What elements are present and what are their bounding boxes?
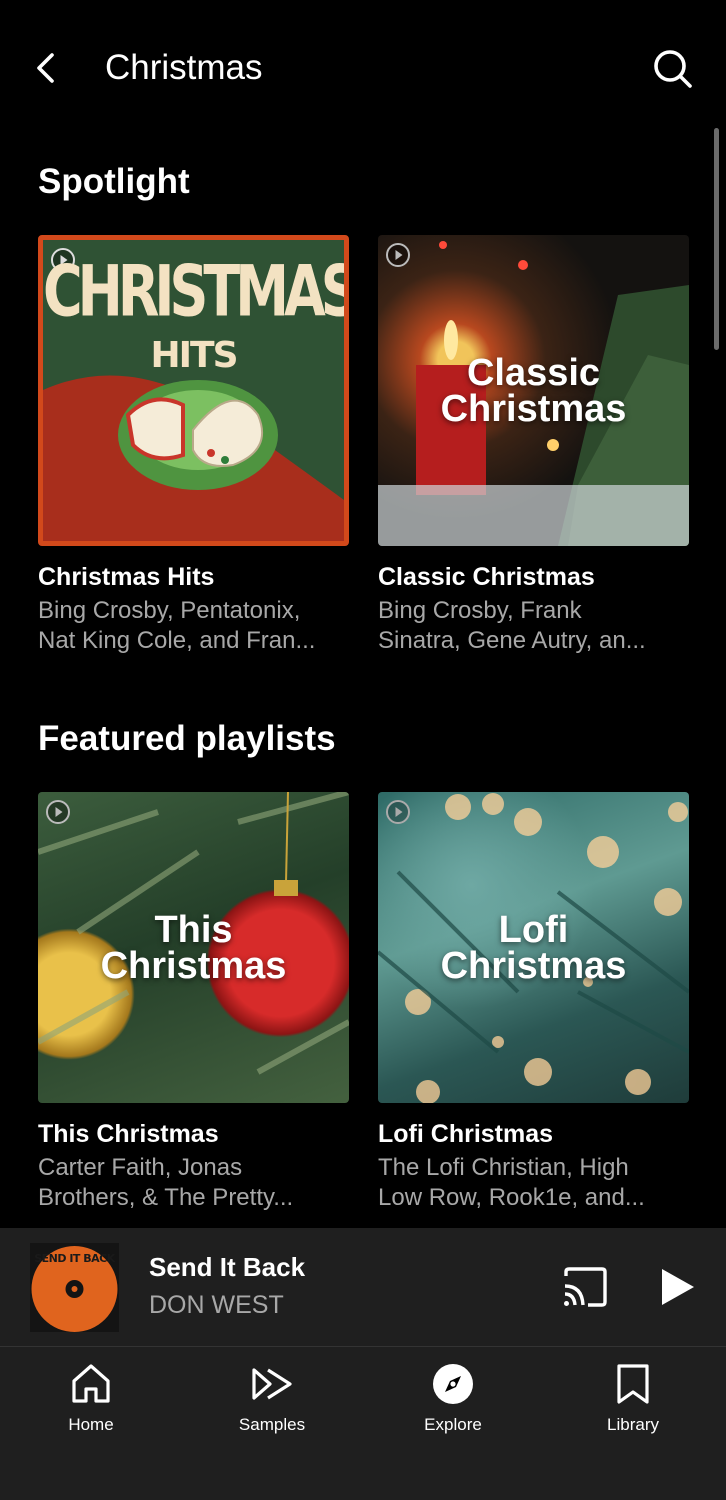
section-title-featured-playlists: Featured playlists xyxy=(38,719,336,758)
cover-title-text: This xyxy=(154,909,233,951)
playlist-cover[interactable]: Lofi Christmas xyxy=(378,792,689,1103)
card-subtitle-line: Brothers, & The Pretty... xyxy=(38,1184,294,1211)
section-title-spotlight: Spotlight xyxy=(38,162,190,201)
bottom-navigation: Home Samples Explore Library xyxy=(0,1346,726,1500)
nav-item-explore[interactable]: Explore xyxy=(383,1361,523,1435)
cookie-plate-illustration xyxy=(43,375,344,541)
now-playing-title: Send It Back xyxy=(149,1252,306,1282)
cover-title-text: Christmas xyxy=(100,945,287,987)
now-playing-artist: DON WEST xyxy=(149,1291,284,1319)
home-icon xyxy=(72,1364,110,1403)
page-title: Christmas xyxy=(105,48,263,87)
playlist-card-classic-christmas[interactable]: Classic Christmas Classic Christmas Bing… xyxy=(378,235,689,656)
library-icon xyxy=(617,1364,649,1404)
playlist-card-lofi-christmas[interactable]: Lofi Christmas Lofi Christmas The Lofi C… xyxy=(378,792,689,1213)
now-playing-artwork[interactable]: SEND IT BACK xyxy=(30,1243,119,1332)
back-button[interactable] xyxy=(26,46,66,90)
cover-title-text: Classic xyxy=(466,352,601,394)
nav-item-library[interactable]: Library xyxy=(563,1361,703,1435)
card-subtitle-line: Sinatra, Gene Autry, an... xyxy=(378,627,646,654)
card-subtitle-line: Low Row, Rook1e, and... xyxy=(378,1184,645,1211)
card-subtitle: Bing Crosby, Pentatonix, Nat King Cole, … xyxy=(38,596,349,656)
card-title: Christmas Hits xyxy=(38,563,215,591)
samples-icon xyxy=(252,1368,292,1400)
search-button[interactable] xyxy=(648,44,698,94)
nav-label: Explore xyxy=(424,1415,482,1434)
card-title: Lofi Christmas xyxy=(378,1120,554,1148)
card-subtitle: The Lofi Christian, High Low Row, Rook1e… xyxy=(378,1153,689,1213)
card-subtitle: Bing Crosby, Frank Sinatra, Gene Autry, … xyxy=(378,596,689,656)
chevron-left-icon xyxy=(37,53,54,83)
play-circle-icon xyxy=(386,800,410,824)
nav-item-home[interactable]: Home xyxy=(21,1361,161,1435)
card-subtitle-line: Nat King Cole, and Fran... xyxy=(38,627,316,654)
artwork-text: SEND IT BACK xyxy=(34,1252,115,1265)
playlist-card-christmas-hits[interactable]: CHRISTMAS HITS Christmas Hits Bing Crosb… xyxy=(38,235,349,656)
play-icon xyxy=(662,1269,694,1305)
cast-button[interactable] xyxy=(560,1266,610,1310)
playlist-cover[interactable]: This Christmas xyxy=(38,792,349,1103)
card-subtitle-line: Bing Crosby, Pentatonix, xyxy=(38,597,301,624)
play-circle-icon xyxy=(386,243,410,267)
cover-title-text: Christmas xyxy=(440,388,627,430)
playlist-cover[interactable]: Classic Christmas xyxy=(378,235,689,546)
nav-label: Home xyxy=(68,1415,114,1434)
card-subtitle-line: Bing Crosby, Frank xyxy=(378,597,582,624)
search-icon xyxy=(654,50,692,88)
card-title: This Christmas xyxy=(38,1120,219,1148)
nav-label: Samples xyxy=(238,1415,306,1434)
play-circle-icon xyxy=(46,800,70,824)
scrollbar[interactable] xyxy=(714,128,719,350)
explore-icon xyxy=(433,1364,473,1404)
card-subtitle-line: The Lofi Christian, High xyxy=(378,1154,629,1181)
cover-title-text: Lofi xyxy=(498,909,569,951)
playlist-card-this-christmas[interactable]: This Christmas This Christmas Carter Fai… xyxy=(38,792,349,1213)
cover-title-text: Christmas xyxy=(440,945,627,987)
play-button[interactable] xyxy=(654,1264,700,1310)
cast-icon xyxy=(564,1267,607,1307)
card-subtitle: Carter Faith, Jonas Brothers, & The Pret… xyxy=(38,1153,349,1213)
card-title: Classic Christmas xyxy=(378,563,595,591)
mini-player[interactable]: SEND IT BACK Send It Back DON WEST xyxy=(0,1228,726,1346)
playlist-cover[interactable]: CHRISTMAS HITS xyxy=(38,235,349,546)
card-subtitle-line: Carter Faith, Jonas xyxy=(38,1154,243,1181)
nav-label: Library xyxy=(607,1415,659,1434)
nav-item-samples[interactable]: Samples xyxy=(202,1361,342,1435)
top-app-bar: Christmas xyxy=(0,0,726,136)
